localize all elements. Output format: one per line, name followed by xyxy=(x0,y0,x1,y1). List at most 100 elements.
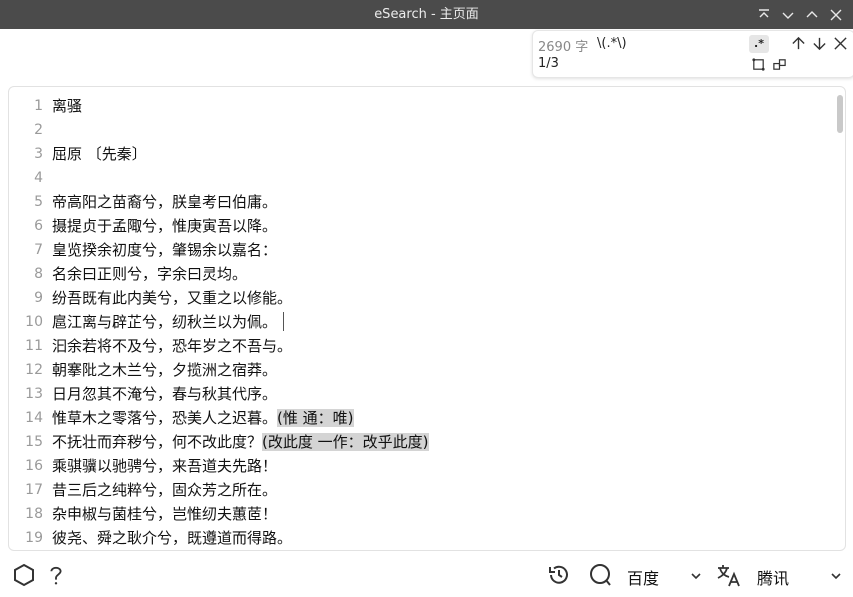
regex-toggle-button[interactable]: .* xyxy=(749,35,769,53)
line-content: 彼尧、舜之耿介兮，既遵道而得路。 xyxy=(52,529,293,547)
line-number: 2 xyxy=(34,122,43,138)
bottom-toolbar: 百度 腾讯 xyxy=(0,553,853,597)
line-text: 昔三后之纯粹兮，固众芳之所在。 xyxy=(52,478,277,502)
app-menu-button[interactable] xyxy=(10,561,38,589)
line-text: 扈江离与辟芷兮，纫秋兰以为佩。 xyxy=(52,310,285,334)
editor-line: 15 不抚壮而弃秽兮，何不改此度？(改此度 一作：改乎此度) xyxy=(9,430,829,454)
help-button[interactable] xyxy=(44,561,68,589)
line-number: 17 xyxy=(25,482,43,498)
line-content: 名余曰正则兮，字余曰灵均。 xyxy=(52,265,248,283)
search-button[interactable] xyxy=(585,560,615,590)
editor-line: 8 名余曰正则兮，字余曰灵均。 xyxy=(9,262,829,286)
line-text: 日月忽其不淹兮，春与秋其代序。 xyxy=(52,382,277,406)
close-icon xyxy=(830,9,842,20)
find-in-selection-button[interactable] xyxy=(749,55,767,73)
match-index: 1/3 xyxy=(538,56,559,71)
editor-line: 1 离骚 xyxy=(9,94,829,118)
editor-scrollbar[interactable] xyxy=(835,93,845,543)
line-number: 15 xyxy=(25,434,43,450)
line-content: 摄提贞于孟陬兮，惟庚寅吾以降。 xyxy=(52,217,278,235)
close-window-button[interactable] xyxy=(827,6,845,24)
line-text: 不抚壮而弃秽兮，何不改此度？(改此度 一作：改乎此度) xyxy=(52,430,429,454)
line-number: 11 xyxy=(25,338,43,354)
line-content: 纷吾既有此内美兮，又重之以修能。 xyxy=(52,289,293,307)
line-text: 汩余若将不及兮，恐年岁之不吾与。 xyxy=(52,334,292,358)
editor-line: 18 杂申椒与菌桂兮，岂惟纫夫蕙茝！ xyxy=(9,502,829,526)
maximize-button[interactable] xyxy=(803,6,821,24)
line-text: 彼尧、舜之耿介兮，既遵道而得路。 xyxy=(52,526,292,550)
line-number: 7 xyxy=(34,242,43,258)
line-number: 14 xyxy=(25,410,43,426)
editor-line: 3 屈原 〔先秦〕 xyxy=(9,142,829,166)
line-content: 朝搴阰之木兰兮，夕揽洲之宿莽。 xyxy=(52,361,278,379)
line-content: 离骚 xyxy=(52,97,83,115)
editor-line: 9 纷吾既有此内美兮，又重之以修能。 xyxy=(9,286,829,310)
editor-line: 17 昔三后之纯粹兮，固众芳之所在。 xyxy=(9,478,829,502)
line-number: 16 xyxy=(25,458,43,474)
chevron-down-icon xyxy=(831,573,841,580)
line-text: 帝高阳之苗裔兮，朕皇考曰伯庸。 xyxy=(52,190,277,214)
hexagon-icon xyxy=(14,563,34,587)
line-number: 3 xyxy=(34,146,43,162)
find-prev-button[interactable] xyxy=(789,34,807,52)
line-content: 日月忽其不淹兮，春与秋其代序。 xyxy=(52,385,278,403)
editor-line: 4 xyxy=(9,166,829,190)
line-text: 惟草木之零落兮，恐美人之迟暮。(惟 通：唯) xyxy=(52,406,354,430)
line-text: 纷吾既有此内美兮，又重之以修能。 xyxy=(52,286,292,310)
editor-line: 7 皇览揆余初度兮，肇锡余以嘉名： xyxy=(9,238,829,262)
find-close-button[interactable] xyxy=(831,34,849,52)
search-match-highlight: (改此度 一作：改乎此度) xyxy=(262,433,429,451)
line-text: 屈原 〔先秦〕 xyxy=(52,142,147,166)
line-text: 乘骐骥以驰骋兮，来吾道夫先路！ xyxy=(52,454,277,478)
translate-button[interactable] xyxy=(714,560,744,590)
line-number: 5 xyxy=(34,194,43,210)
line-content: 昔三后之纯粹兮，固众芳之所在。 xyxy=(52,481,278,499)
editor-line: 11 汩余若将不及兮，恐年岁之不吾与。 xyxy=(9,334,829,358)
find-next-button[interactable] xyxy=(810,34,828,52)
line-text: 皇览揆余初度兮，肇锡余以嘉名： xyxy=(52,238,277,262)
line-content: 杂申椒与菌桂兮，岂惟纫夫蕙茝！ xyxy=(52,505,278,523)
text-editor[interactable]: 1 离骚 2 3 屈原 〔先秦〕 4 5 帝高阳之苗裔兮，朕皇考曰伯庸。 6 摄提贞于孟陬兮，惟庚… xyxy=(8,86,846,551)
editor-line: 13 日月忽其不淹兮，春与秋其代序。 xyxy=(9,382,829,406)
find-panel: 2690 字 \(.*\) 1/3 .* xyxy=(532,30,853,78)
editor-line: 2 xyxy=(9,118,829,142)
line-content: 皇览揆余初度兮，肇锡余以嘉名： xyxy=(52,241,278,259)
line-text: 朝搴阰之木兰兮，夕揽洲之宿莽。 xyxy=(52,358,277,382)
line-content: 不抚壮而弃秽兮，何不改此度？ xyxy=(52,433,263,451)
line-text: 摄提贞于孟陬兮，惟庚寅吾以降。 xyxy=(52,214,277,238)
pin-top-icon xyxy=(759,8,769,17)
line-number: 8 xyxy=(34,266,43,282)
selection-icon xyxy=(751,57,765,71)
replace-button[interactable] xyxy=(770,55,788,73)
line-text: 名余曰正则兮，字余曰灵均。 xyxy=(52,262,247,286)
title-bar: eSearch - 主页面 xyxy=(0,0,853,29)
find-input[interactable]: \(.*\) xyxy=(597,36,627,51)
line-number: 18 xyxy=(25,506,43,522)
arrow-down-icon xyxy=(812,37,826,50)
scrollbar-thumb[interactable] xyxy=(837,95,843,133)
line-content: 扈江离与辟芷兮，纫秋兰以为佩。 xyxy=(52,313,278,331)
line-number: 12 xyxy=(25,362,43,378)
line-number: 13 xyxy=(25,386,43,402)
line-content: 屈原 〔先秦〕 xyxy=(52,145,147,163)
window-title: eSearch - 主页面 xyxy=(374,7,479,22)
pin-top-button[interactable] xyxy=(755,6,773,24)
line-number: 10 xyxy=(25,314,43,330)
arrow-up-icon xyxy=(791,36,805,49)
close-icon xyxy=(833,36,847,50)
window-controls xyxy=(755,0,845,29)
editor-line: 6 摄提贞于孟陬兮，惟庚寅吾以降。 xyxy=(9,214,829,238)
search-engine-label: 百度 xyxy=(627,569,660,588)
editor-line: 14 惟草木之零落兮，恐美人之迟暮。(惟 通：唯) xyxy=(9,406,829,430)
line-number: 4 xyxy=(34,170,43,186)
line-number: 6 xyxy=(34,218,43,234)
minimize-button[interactable] xyxy=(779,6,797,24)
question-icon xyxy=(50,566,62,585)
line-content: 帝高阳之苗裔兮，朕皇考曰伯庸。 xyxy=(52,193,278,211)
editor-line: 16 乘骐骥以驰骋兮，来吾道夫先路！ xyxy=(9,454,829,478)
line-number: 9 xyxy=(34,290,43,306)
line-text: 杂申椒与菌桂兮，岂惟纫夫蕙茝！ xyxy=(52,502,277,526)
editor-line: 19 彼尧、舜之耿介兮，既遵道而得路。 xyxy=(9,526,829,550)
history-button[interactable] xyxy=(544,560,574,590)
replace-icon xyxy=(772,58,786,70)
